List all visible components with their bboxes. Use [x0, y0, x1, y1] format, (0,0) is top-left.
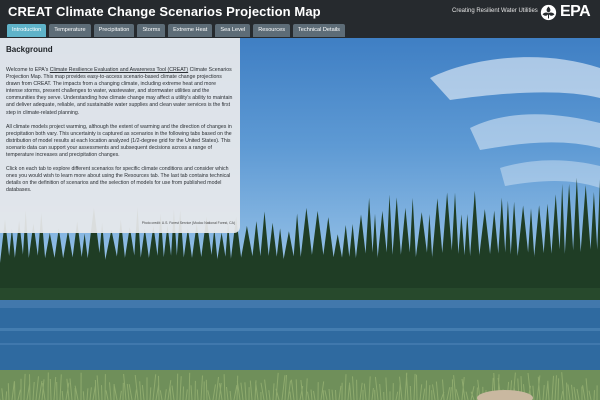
tab-bar: Introduction Temperature Precipitation S… [7, 24, 345, 37]
uncertainty-paragraph: All climate models project warming, alth… [6, 123, 232, 159]
tab-storms[interactable]: Storms [137, 24, 166, 37]
panel-title: Background [6, 45, 53, 54]
tab-precipitation[interactable]: Precipitation [93, 24, 135, 37]
tab-temperature[interactable]: Temperature [49, 24, 91, 37]
tab-extreme-heat[interactable]: Extreme Heat [168, 24, 213, 37]
app-title: CREAT Climate Change Scenarios Projectio… [8, 4, 321, 19]
creat-link[interactable]: Climate Resilience Evaluation and Awaren… [50, 67, 188, 73]
intro-prefix: Welcome to EPA's [6, 67, 50, 73]
intro-suffix: Climate Scenarios Projection Map. This m… [6, 67, 233, 116]
tagline[interactable]: Creating Resilient Water Utilities [452, 8, 538, 14]
epa-flower-icon [540, 4, 557, 20]
panel-body: Welcome to EPA's Climate Resilience Eval… [6, 67, 234, 202]
tab-introduction[interactable]: Introduction [7, 24, 47, 37]
epa-logo-text: EPA [560, 3, 591, 20]
tabs-instruction-paragraph: Click on each tab to explore different s… [6, 166, 231, 194]
photo-credit: Photo credit: U.S. Forest Service (Modoc… [141, 221, 235, 225]
tab-technical-details[interactable]: Technical Details [293, 24, 345, 37]
header-bar: CREAT Climate Change Scenarios Projectio… [0, 0, 600, 38]
tab-resources[interactable]: Resources [253, 24, 290, 37]
background-info-panel: Background Welcome to EPA's Climate Resi… [0, 38, 240, 233]
tab-sea-level[interactable]: Sea Level [215, 24, 251, 37]
intro-paragraph: Welcome to EPA's Climate Resilience Eval… [6, 67, 234, 117]
epa-logo[interactable]: EPA [540, 3, 591, 21]
